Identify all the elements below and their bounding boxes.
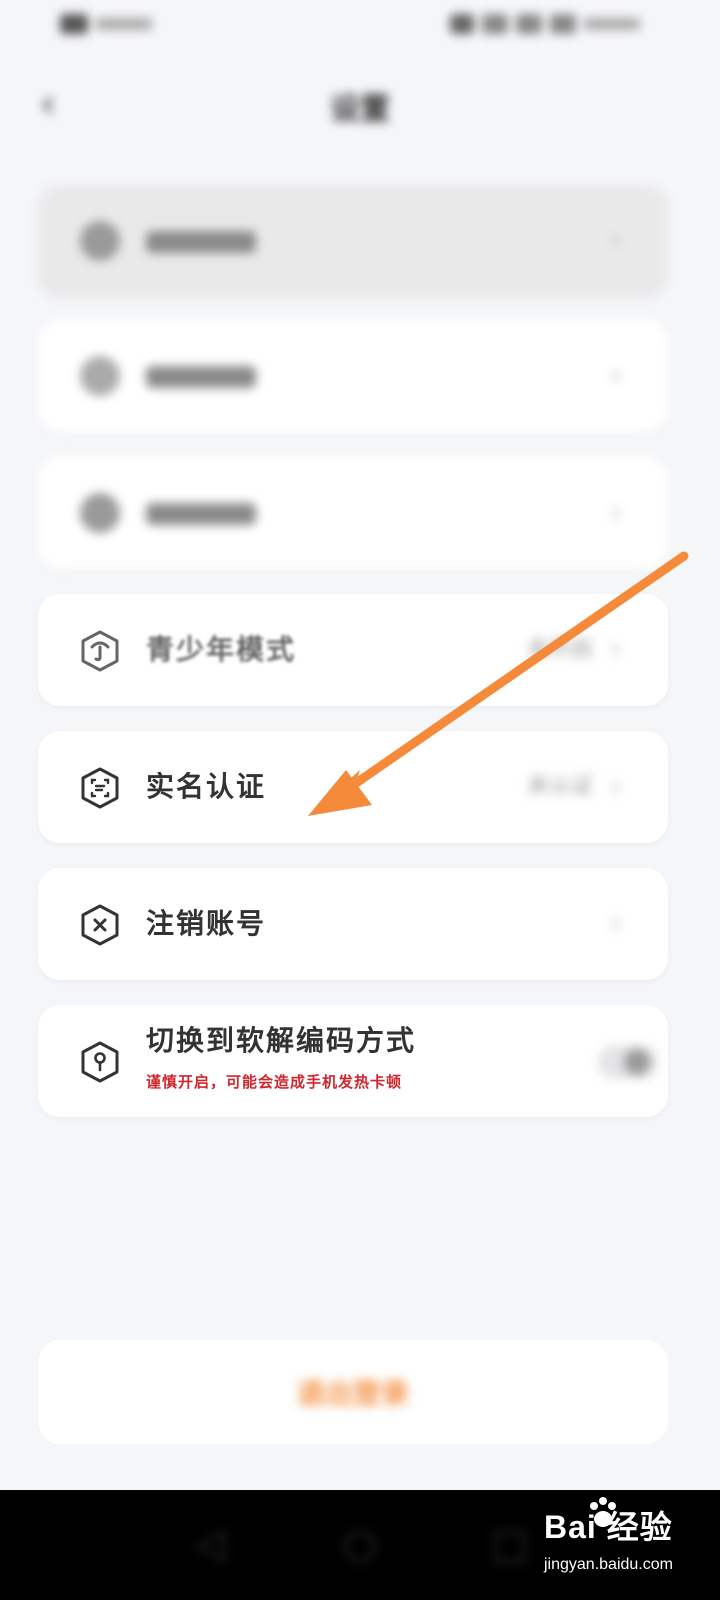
row-value: 未认证 [526,774,593,799]
status-icons [450,12,650,36]
nav-home-icon[interactable]: ○ [330,1514,390,1574]
settings-row-youth-mode[interactable]: 青少年模式 未开启 › [38,594,668,706]
row-warning: 谨慎开启，可能会造成手机发热卡顿 [146,1073,403,1091]
baidu-watermark: Bai 经验 jingyan.baidu.com [540,1496,715,1596]
close-hexagon-icon [80,904,120,946]
chevron-right-icon: › [610,495,622,530]
settings-row-1[interactable]: › [38,185,668,297]
chevron-right-icon: › [610,632,622,667]
page-title: 设置 [330,92,390,127]
row-label: 切换到软解编码方式 [146,1024,417,1057]
watermark-brand: Bai 经验 [544,1509,673,1545]
shield-person-icon [80,630,120,672]
chevron-left-icon[interactable]: ‹ [40,84,70,124]
soft-decoding-toggle[interactable] [598,1045,658,1079]
row-icon [80,221,120,263]
chevron-right-icon: › [610,223,622,258]
watermark-site: jingyan.baidu.com [544,1556,673,1573]
settings-row-real-name[interactable]: 实名认证 未认证 › [38,731,668,843]
nav-recent-icon[interactable]: □ [480,1514,540,1574]
id-scan-icon [80,767,120,809]
row-label-placeholder [146,231,256,253]
row-label: 注销账号 [146,907,267,940]
status-bar [0,0,720,50]
row-icon [80,356,120,398]
settings-row-cancel-account[interactable]: 注销账号 › [38,868,668,980]
settings-row-soft-decoding[interactable]: 切换到软解编码方式 谨慎开启，可能会造成手机发热卡顿 [38,1005,668,1117]
chevron-right-icon: › [610,769,622,804]
key-hexagon-icon [80,1041,120,1083]
row-label: 实名认证 [146,770,267,803]
settings-row-3[interactable]: › [38,457,668,569]
logout-label: 退出登录 [296,1377,409,1410]
row-label: 青少年模式 [146,633,297,666]
signal-indicator [60,12,155,36]
row-label-placeholder [146,503,256,525]
logout-button[interactable]: 退出登录 [38,1340,668,1444]
chevron-right-icon: › [610,358,622,393]
settings-row-2[interactable]: › [38,320,668,432]
row-value: 未开启 [526,637,593,662]
chevron-right-icon: › [610,906,622,941]
row-icon [80,493,120,535]
nav-back-icon[interactable]: ◁ [180,1514,240,1574]
row-label-placeholder [146,366,256,388]
